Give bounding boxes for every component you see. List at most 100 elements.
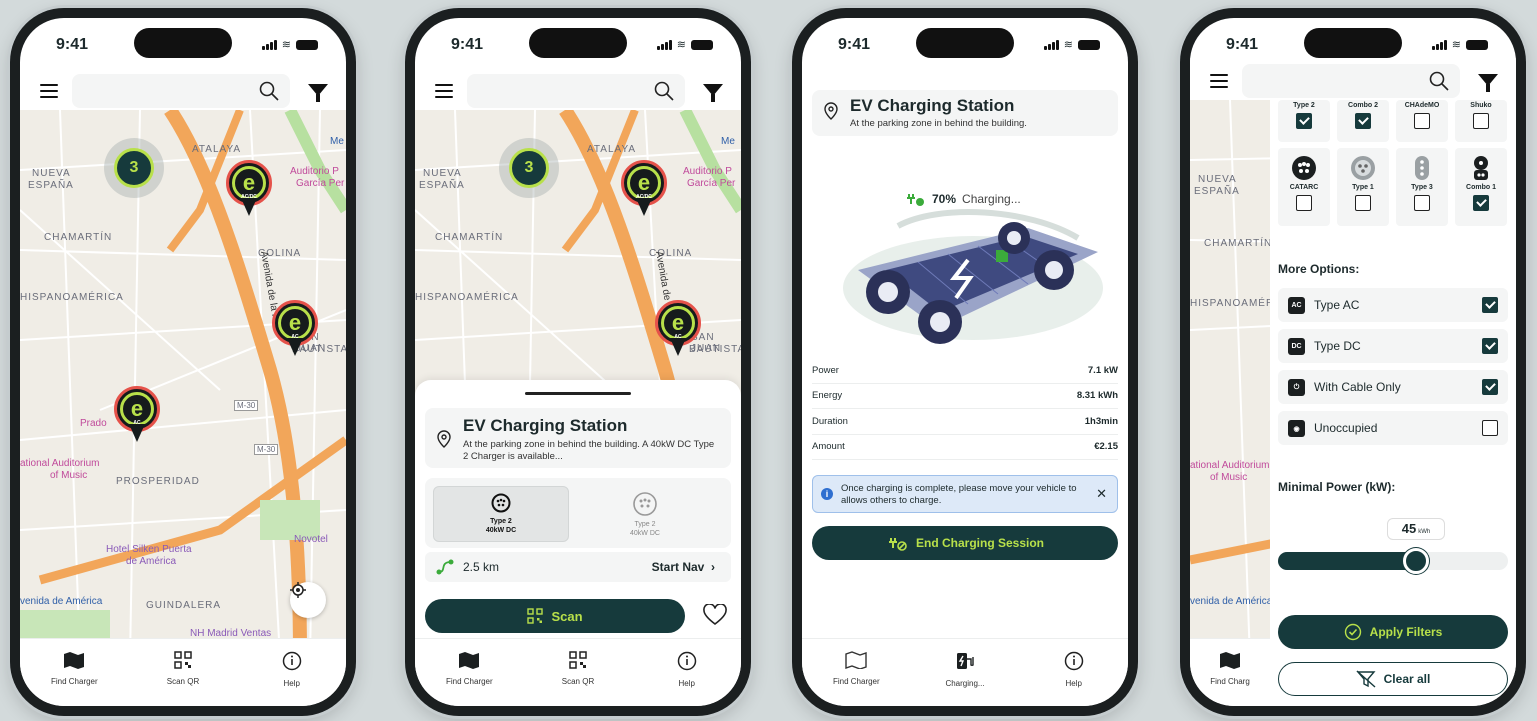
option-unoccupied[interactable]: ◉ Unoccupied [1278,411,1508,445]
search-input[interactable] [72,74,290,108]
nav-find-charger[interactable]: Find Charger [802,639,911,706]
search-icon[interactable] [1428,70,1450,92]
nav-label: Help [1065,679,1082,688]
nav-scan-qr[interactable]: Scan QR [129,639,238,706]
apply-filters-label: Apply Filters [1369,625,1443,639]
nav-find-charger[interactable]: Find Charg [1190,639,1270,706]
checkbox[interactable] [1296,195,1312,211]
distance: 2.5 km [463,560,500,574]
connector-name: Type 2 [1293,102,1315,109]
map-label: NUEVA [1198,174,1237,185]
checkbox[interactable] [1473,195,1489,211]
connector-option[interactable]: Type 2 40kW DC [433,486,569,542]
stat-value: 7.1 kW [1087,364,1118,376]
option-type-dc[interactable]: DC Type DC [1278,329,1508,363]
menu-icon[interactable] [1210,74,1228,88]
signal-icon [656,39,672,50]
connector-name: Type 3 [1411,184,1433,191]
map-poi: Me [330,136,344,147]
cluster-marker[interactable]: 3 [499,138,559,198]
charger-pin[interactable]: e AC [655,300,701,358]
info-icon [677,651,696,671]
connector-filter-shuko[interactable]: Shuko [1455,100,1507,142]
navigation-row[interactable]: 2.5 km Start Nav › [425,552,731,582]
plug-off-icon [888,538,907,551]
charger-pin[interactable]: e AC [114,386,160,444]
nav-help[interactable]: Help [237,639,346,706]
map-view[interactable]: NUEVA ESPAÑA CHAMARTÍN ATALAYA COLINA HI… [20,110,346,638]
scan-button[interactable]: Scan [425,599,685,633]
map-poi: Novotel [294,534,328,545]
filter-icon[interactable] [1478,74,1498,92]
connector-filter-type3[interactable]: Type 3 [1396,148,1448,226]
connector-filter-catarc[interactable]: CATARC [1278,148,1330,226]
pin-label: AC/DC [636,194,652,200]
connector-filter-combo2[interactable]: Combo 2 [1337,100,1389,142]
station-title: EV Charging Station [850,96,1015,115]
battery-icon [1466,39,1488,50]
charging-station-icon [957,653,974,669]
menu-icon[interactable] [435,84,453,98]
apply-filters-button[interactable]: Apply Filters [1278,615,1508,649]
end-charging-button[interactable]: End Charging Session [812,526,1118,560]
connector-filter-chademo[interactable]: CHAdeMO [1396,100,1448,142]
station-card[interactable]: EV Charging Station At the parking zone … [425,408,731,468]
checkbox[interactable] [1482,420,1498,436]
charger-pin[interactable]: e AC/DC [621,160,667,218]
filter-icon[interactable] [703,84,723,102]
phone-charging-screen: 9:41 ≋ EV Charging Station At the parkin… [792,8,1138,716]
nav-charging[interactable]: Charging... [911,639,1020,706]
heart-icon[interactable] [703,604,727,626]
dynamic-island [529,28,627,58]
search-input[interactable] [1242,64,1460,98]
checkbox[interactable] [1414,195,1430,211]
bottom-nav: Find Charger Charging... Help [802,638,1128,706]
connector-option[interactable]: Type 2 40kW DC [577,486,713,542]
connector-filter-type2[interactable]: Type 2 [1278,100,1330,142]
checkbox[interactable] [1296,113,1312,129]
connector-name: CHAdeMO [1404,102,1440,109]
map-poi: García Per [687,178,736,189]
connector-filter-combo1[interactable]: Combo 1 [1455,148,1507,226]
wifi-icon: ≋ [1451,39,1461,51]
nav-scan-qr[interactable]: Scan QR [524,639,633,706]
map-poi: venida de América [1190,596,1273,607]
filter-icon[interactable] [308,84,328,102]
connector-filter-type1[interactable]: Type 1 [1337,148,1389,226]
checkbox[interactable] [1482,379,1498,395]
nav-label: Charging... [945,679,985,688]
nav-help[interactable]: Help [632,639,741,706]
search-icon[interactable] [653,80,675,102]
checkbox[interactable] [1482,297,1498,313]
nav-find-charger[interactable]: Find Charger [20,639,129,706]
charger-pin[interactable]: e AC/DC [226,160,272,218]
checkbox[interactable] [1355,113,1371,129]
sheet-handle[interactable] [525,392,631,395]
checkbox[interactable] [1482,338,1498,354]
locate-me-button[interactable] [290,582,326,618]
checkbox[interactable] [1473,113,1489,129]
pin-label: AC [291,334,299,340]
menu-icon[interactable] [40,84,58,98]
nav-help[interactable]: Help [1019,639,1128,706]
station-description: At the parking zone in behind the buildi… [463,439,715,462]
checkbox[interactable] [1355,195,1371,211]
map-poi: NH Madrid Ventas [190,628,272,638]
search-icon[interactable] [258,80,280,102]
cluster-marker[interactable]: 3 [104,138,164,198]
road-shield: M-30 [254,444,279,455]
nav-find-charger[interactable]: Find Charger [415,639,524,706]
close-icon[interactable]: ✕ [1096,486,1107,502]
charger-pin[interactable]: e AC [272,300,318,358]
clear-all-button[interactable]: Clear all [1278,662,1508,696]
checkbox[interactable] [1414,113,1430,129]
clear-all-label: Clear all [1383,672,1431,686]
option-label: Type AC [1314,298,1360,312]
battery-icon [296,39,318,50]
option-with-cable[interactable]: ⏻ With Cable Only [1278,370,1508,404]
search-input[interactable] [467,74,685,108]
min-power-slider-thumb[interactable] [1403,548,1429,574]
pin-label: AC [133,420,141,426]
start-nav-link[interactable]: Start Nav › [652,560,715,574]
option-type-ac[interactable]: AC Type AC [1278,288,1508,322]
